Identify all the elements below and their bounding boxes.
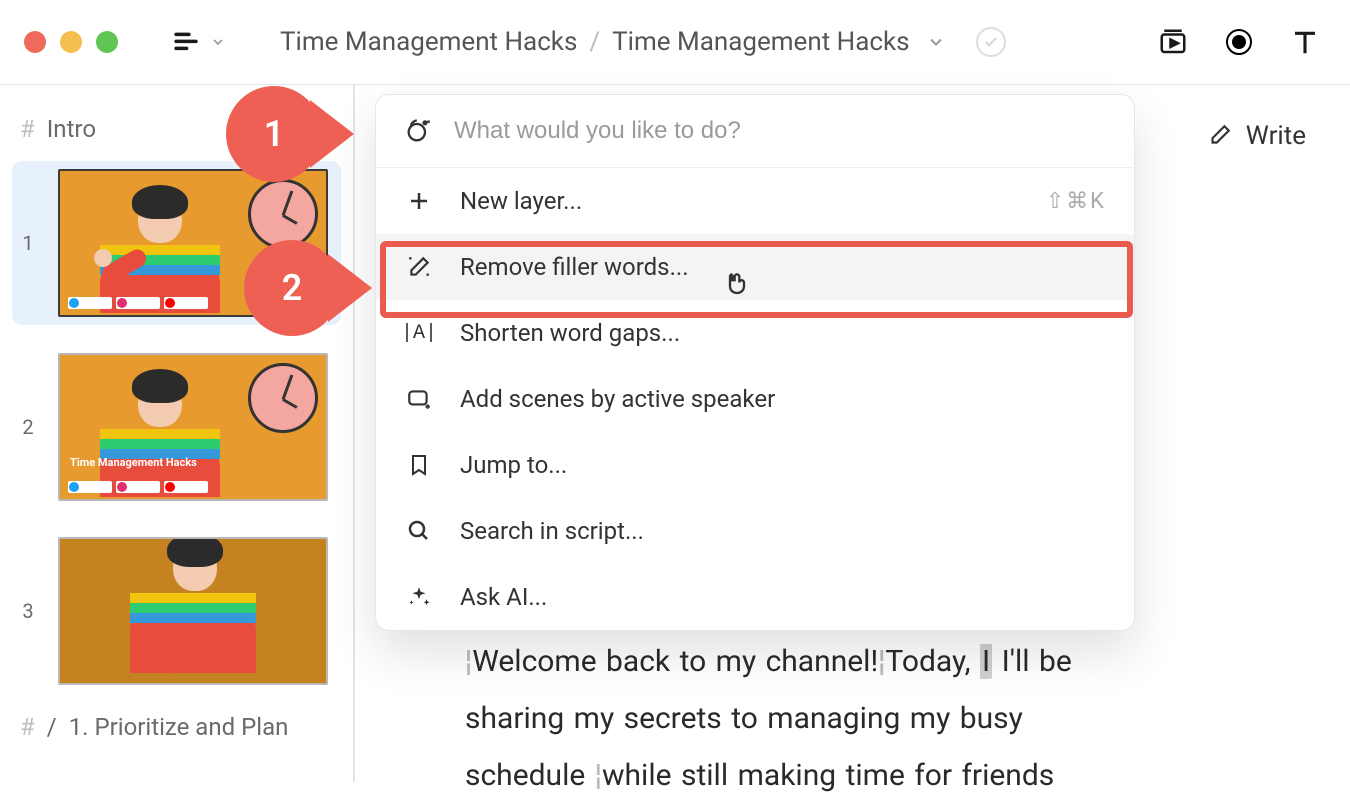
caret-icon: ¦ [595,758,602,793]
palette-item-label: New layer... [460,187,582,215]
palette-item-new-layer[interactable]: New layer... ⇧⌘K [376,168,1134,234]
transcript-segment[interactable]: while still making time for friends [602,758,1054,793]
keyboard-shortcut: ⇧⌘K [1046,189,1106,214]
window-controls [24,31,118,53]
search-icon [404,516,434,546]
transcript-segment[interactable]: Today, [885,644,970,679]
section-title: Intro [47,115,96,143]
palette-item-remove-filler-words[interactable]: Remove filler words... [376,234,1134,300]
fullscreen-window-button[interactable] [96,31,118,53]
topbar-actions [1158,27,1320,57]
hash-icon: # [20,713,35,741]
close-window-button[interactable] [24,31,46,53]
palette-search-row [376,95,1134,168]
wand-pen-icon [404,252,434,282]
breadcrumb-project[interactable]: Time Management Hacks [280,27,577,57]
scene-item-3[interactable]: 3 [12,529,341,693]
palette-item-label: Remove filler words... [460,253,689,281]
scene-thumbnail [58,537,328,685]
app-logo-icon [172,28,200,56]
breadcrumb: Time Management Hacks / Time Management … [280,27,1006,57]
palette-item-label: Shorten word gaps... [460,319,680,347]
scene-thumbnail: Time Management Hacks [58,353,328,501]
minimize-window-button[interactable] [60,31,82,53]
palette-item-shorten-word-gaps[interactable]: |A| Shorten word gaps... [376,300,1134,366]
hash-icon: # [20,115,35,143]
palette-item-add-scenes-by-speaker[interactable]: Add scenes by active speaker [376,366,1134,432]
write-label: Write [1246,121,1306,151]
transcript-segment[interactable]: sharing my secrets to managing my busy [465,701,1023,736]
transcript-segment[interactable]: I'll be [1002,644,1072,679]
sync-status-icon [976,27,1006,57]
record-icon[interactable] [1224,27,1254,57]
scene-item-2[interactable]: 2 Time Management Hacks [12,345,341,509]
sparkles-icon [404,582,434,612]
palette-item-label: Search in script... [460,517,644,545]
palette-item-label: Add scenes by active speaker [460,385,775,413]
transcript-segment[interactable]: schedule [465,758,585,793]
transcript-text[interactable]: ¦Welcome back to my channel!¦Today, I I'… [465,633,1310,804]
scene-number: 1 [18,231,38,255]
section-header-prioritize[interactable]: # / 1. Prioritize and Plan [20,713,333,741]
text-tool-icon[interactable] [1290,27,1320,57]
section-prefix: / [47,713,57,741]
bookmark-icon [404,450,434,480]
scenes-sidebar: # Intro 1 2 [0,85,355,782]
palette-item-search-script[interactable]: Search in script... [376,498,1134,564]
cursor-pointer-icon [723,272,751,300]
breadcrumb-chevron-icon[interactable] [926,32,946,52]
plus-icon [404,186,434,216]
breadcrumb-composition[interactable]: Time Management Hacks [612,27,909,57]
scene-number: 3 [18,599,38,623]
scene-add-icon [404,384,434,414]
write-button[interactable]: Write [1206,121,1306,151]
palette-item-label: Ask AI... [460,583,547,611]
command-palette: New layer... ⇧⌘K Remove filler words... … [375,94,1135,631]
palette-item-label: Jump to... [460,451,567,479]
project-dropdown-chevron-icon[interactable] [210,34,226,50]
thumbnail-title-overlay: Time Management Hacks [70,456,197,469]
transcript-segment[interactable]: Welcome back to my channel! [472,644,878,679]
breadcrumb-separator: / [589,27,600,57]
palette-search-input[interactable] [454,117,1106,145]
step-number: 2 [282,267,303,309]
step-number: 1 [264,113,285,155]
preview-icon[interactable] [1158,27,1188,57]
word-gap-icon: |A| [404,318,434,348]
transcript-selected-word[interactable]: I [980,644,992,679]
tutorial-step-2: 2 [244,240,372,336]
palette-item-jump-to[interactable]: Jump to... [376,432,1134,498]
palette-logo-icon [404,117,432,145]
topbar: Time Management Hacks / Time Management … [0,0,1350,85]
tutorial-step-1: 1 [226,86,354,182]
section-title: 1. Prioritize and Plan [69,713,289,741]
pencil-icon [1206,123,1232,149]
palette-item-ask-ai[interactable]: Ask AI... [376,564,1134,630]
scene-number: 2 [18,415,38,439]
